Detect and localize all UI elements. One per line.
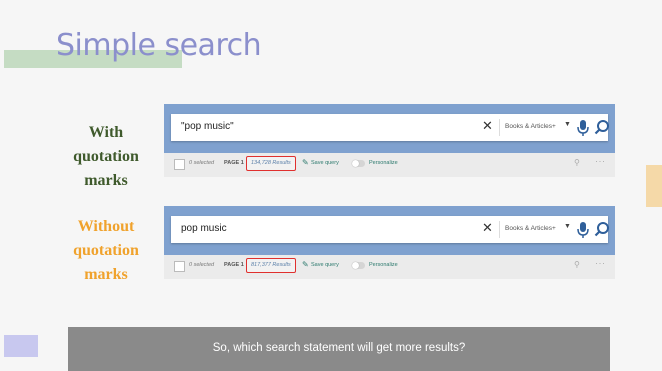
search-input[interactable]: pop music (181, 223, 227, 234)
ellipsis-icon[interactable]: ··· (595, 258, 606, 268)
results-count: 134,728 Results (246, 156, 296, 171)
question-banner: So, which search statement will get more… (68, 327, 610, 371)
divider (499, 119, 500, 136)
results-toolbar: 0 selected PAGE 1 817,377 Results ✎ Save… (164, 255, 615, 279)
close-icon[interactable]: ✕ (482, 118, 493, 134)
label-with-quotation-marks: With quotation marks (50, 121, 162, 193)
search-panel-with-quotes: "pop music" ✕ Books & Articles+ ▼ (164, 104, 615, 153)
question-text: So, which search statement will get more… (212, 342, 466, 354)
label-line-2: quotation marks (73, 148, 139, 189)
search-input[interactable]: "pop music" (181, 121, 234, 132)
selected-count: 0 selected (189, 160, 215, 166)
pin-icon: ✎ (302, 158, 309, 167)
select-all-checkbox[interactable] (174, 261, 185, 272)
pushpin-icon[interactable]: ⚲ (574, 260, 580, 269)
search-icon[interactable] (594, 119, 610, 135)
personalize-label[interactable]: Personalize (369, 160, 398, 166)
chevron-down-icon[interactable]: ▼ (564, 223, 571, 230)
side-accent-bar (646, 165, 662, 207)
label-line-1: With (88, 124, 124, 141)
personalize-toggle[interactable] (352, 262, 365, 269)
chevron-down-icon[interactable]: ▼ (564, 121, 571, 128)
label-line-1: Without (77, 218, 135, 235)
search-box[interactable]: pop music ✕ Books & Articles+ ▼ (171, 216, 610, 243)
personalize-label[interactable]: Personalize (369, 262, 398, 268)
page-indicator: PAGE 1 (224, 262, 244, 268)
personalize-toggle[interactable] (352, 160, 365, 167)
close-icon[interactable]: ✕ (482, 220, 493, 236)
scope-select[interactable]: Books & Articles+ (505, 123, 556, 130)
select-all-checkbox[interactable] (174, 159, 185, 170)
pushpin-icon[interactable]: ⚲ (574, 158, 580, 167)
results-toolbar: 0 selected PAGE 1 134,728 Results ✎ Save… (164, 153, 615, 177)
ellipsis-icon[interactable]: ··· (595, 156, 606, 166)
selected-count: 0 selected (189, 262, 215, 268)
page-indicator: PAGE 1 (224, 160, 244, 166)
results-count: 817,377 Results (246, 258, 296, 273)
divider (499, 221, 500, 238)
pin-icon: ✎ (302, 260, 309, 269)
corner-accent-block (4, 335, 38, 357)
search-panel-without-quotes: pop music ✕ Books & Articles+ ▼ (164, 206, 615, 255)
label-without-quotation-marks: Without quotation marks (50, 215, 162, 287)
microphone-icon[interactable] (576, 221, 590, 239)
scope-select[interactable]: Books & Articles+ (505, 225, 556, 232)
search-box[interactable]: "pop music" ✕ Books & Articles+ ▼ (171, 114, 610, 141)
slide: Simple search With quotation marks "pop … (0, 0, 662, 371)
microphone-icon[interactable] (576, 119, 590, 137)
slide-title: Simple search (56, 28, 262, 63)
search-icon[interactable] (594, 221, 610, 237)
label-line-2: quotation marks (73, 242, 139, 283)
save-query-button[interactable]: Save query (311, 262, 339, 268)
save-query-button[interactable]: Save query (311, 160, 339, 166)
